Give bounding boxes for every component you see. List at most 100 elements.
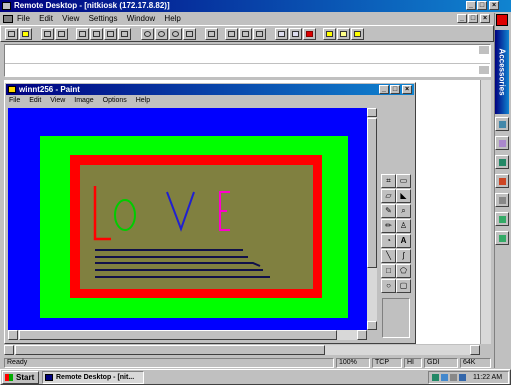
pencil-tool[interactable]: ✏ [381, 219, 396, 233]
remote-vscroll[interactable] [480, 80, 491, 344]
line-tool[interactable]: ╲ [381, 249, 396, 263]
taskbar-remote-desktop[interactable]: Remote Desktop - [nit... [42, 371, 144, 384]
remote-hscroll-thumb[interactable] [15, 345, 325, 355]
child-close-button[interactable]: × [480, 14, 490, 23]
tray-icon-remote[interactable] [459, 374, 466, 381]
menu-help[interactable]: Help [164, 13, 180, 24]
toolbar-note-button[interactable] [337, 28, 350, 40]
paint-minimize-button[interactable]: _ [379, 85, 389, 94]
menu-view[interactable]: View [62, 13, 79, 24]
toolbar-copy-button[interactable] [55, 28, 68, 40]
tray-icon-display[interactable] [441, 374, 448, 381]
toolbar-receive-button[interactable] [118, 28, 131, 40]
child-minimize-button[interactable]: _ [457, 14, 467, 23]
remote-hscroll-left[interactable] [4, 345, 14, 355]
side-app-4[interactable] [495, 174, 509, 188]
remote-hscroll-right[interactable] [470, 345, 480, 355]
clock: 11:22 AM [473, 374, 503, 381]
close-button[interactable]: × [489, 1, 499, 10]
paint-maximize-button[interactable]: □ [390, 85, 400, 94]
send-icon [107, 31, 114, 37]
ellipse-tool[interactable]: ○ [381, 279, 396, 293]
color-picker-tool[interactable]: ✎ [381, 204, 396, 218]
toolbar-cut-button[interactable] [41, 28, 54, 40]
menu-settings[interactable]: Settings [89, 13, 118, 24]
brush-tool[interactable]: ♙ [396, 219, 411, 233]
text-tool[interactable]: A [396, 234, 411, 248]
side-app-3[interactable] [495, 155, 509, 169]
canvas-drawing [8, 108, 367, 330]
toolbar-new-button[interactable] [5, 28, 18, 40]
toolbar-help-button[interactable] [351, 28, 364, 40]
side-app-7[interactable] [495, 231, 509, 245]
rect-select-tool[interactable]: ▭ [396, 174, 411, 188]
paint-menu-edit[interactable]: Edit [29, 96, 41, 106]
paint-menu-image[interactable]: Image [74, 96, 93, 106]
magnifier-tool[interactable]: ⌕ [396, 204, 411, 218]
toolbar-zoom-window-button[interactable] [183, 28, 196, 40]
polygon-tool[interactable]: ⬠ [396, 264, 411, 278]
toolbar-window-button[interactable] [289, 28, 302, 40]
canvas-hscroll-thumb[interactable] [19, 330, 337, 340]
side-app-5[interactable] [495, 193, 509, 207]
free-select-tool[interactable]: ⌗ [381, 174, 396, 188]
paint-close-button[interactable]: × [402, 85, 412, 94]
toolbar-zoom-fit-button[interactable] [169, 28, 182, 40]
side-panel-close-button[interactable] [496, 14, 508, 26]
paint-canvas[interactable] [8, 108, 367, 330]
side-app-1[interactable] [495, 117, 509, 131]
toolbar-pointer-button[interactable] [225, 28, 238, 40]
maximize-button[interactable]: □ [477, 1, 487, 10]
help-icon [354, 31, 361, 37]
menu-file[interactable]: File [17, 13, 30, 24]
toolbar-send-button[interactable] [104, 28, 117, 40]
toolbar-connect-button[interactable] [76, 28, 89, 40]
rounded-rect-tool[interactable]: ▢ [396, 279, 411, 293]
tool-options-box[interactable] [382, 298, 410, 338]
canvas-hscroll[interactable] [8, 330, 367, 340]
fill-tool[interactable]: ◣ [396, 189, 411, 203]
canvas-vscroll-thumb[interactable] [367, 118, 377, 268]
toolbar-zoom-out-button[interactable] [155, 28, 168, 40]
canvas-vscroll-down[interactable] [367, 321, 377, 330]
canvas-vscroll-up[interactable] [367, 108, 377, 117]
remote-desktop-titlebar[interactable]: Remote Desktop - [nitkiosk (172.17.8.82)… [0, 0, 511, 12]
canvas-hscroll-left[interactable] [8, 330, 18, 340]
tools-icon [256, 31, 263, 37]
toolbar-open-button[interactable] [19, 28, 32, 40]
toolbar-hand-button[interactable] [239, 28, 252, 40]
top-panel-scroll-down[interactable] [479, 66, 489, 74]
canvas-vscroll[interactable] [367, 108, 377, 330]
toolbar-monitor-button[interactable] [275, 28, 288, 40]
canvas-hscroll-right[interactable] [357, 330, 367, 340]
paint-menu-options[interactable]: Options [103, 96, 127, 106]
airbrush-tool[interactable]: ◔ [381, 234, 396, 248]
rectangle-tool[interactable]: □ [381, 264, 396, 278]
toolbar-tools-button[interactable] [253, 28, 266, 40]
toolbar-properties-button[interactable] [205, 28, 218, 40]
status-quality: HI [404, 358, 422, 368]
remote-hscroll[interactable] [4, 345, 480, 355]
paint-menu-view[interactable]: View [50, 96, 65, 106]
toolbar-zoom-in-button[interactable] [141, 28, 154, 40]
paint-menu-file[interactable]: File [9, 96, 20, 106]
top-panel-scroll-up[interactable] [479, 46, 489, 54]
side-app-6[interactable] [495, 212, 509, 226]
eraser-tool[interactable]: ▱ [381, 189, 396, 203]
curve-tool[interactable]: ʃ [396, 249, 411, 263]
paint-menu-help[interactable]: Help [136, 96, 150, 106]
start-button[interactable]: Start [2, 371, 39, 384]
toolbar-disconnect-button[interactable] [90, 28, 103, 40]
paint-titlebar[interactable]: winnt256 - Paint [6, 84, 414, 95]
menu-window[interactable]: Window [127, 13, 155, 24]
toolbar-record-button[interactable] [303, 28, 316, 40]
minimize-button[interactable]: _ [466, 1, 476, 10]
side-app-2[interactable] [495, 136, 509, 150]
app-icon [499, 159, 506, 166]
toolbar-lightning-button[interactable] [323, 28, 336, 40]
tray-icon-volume[interactable] [450, 374, 457, 381]
cut-icon [44, 31, 51, 37]
child-restore-button[interactable]: □ [468, 14, 478, 23]
menu-edit[interactable]: Edit [39, 13, 53, 24]
tray-icon-network[interactable] [432, 374, 439, 381]
